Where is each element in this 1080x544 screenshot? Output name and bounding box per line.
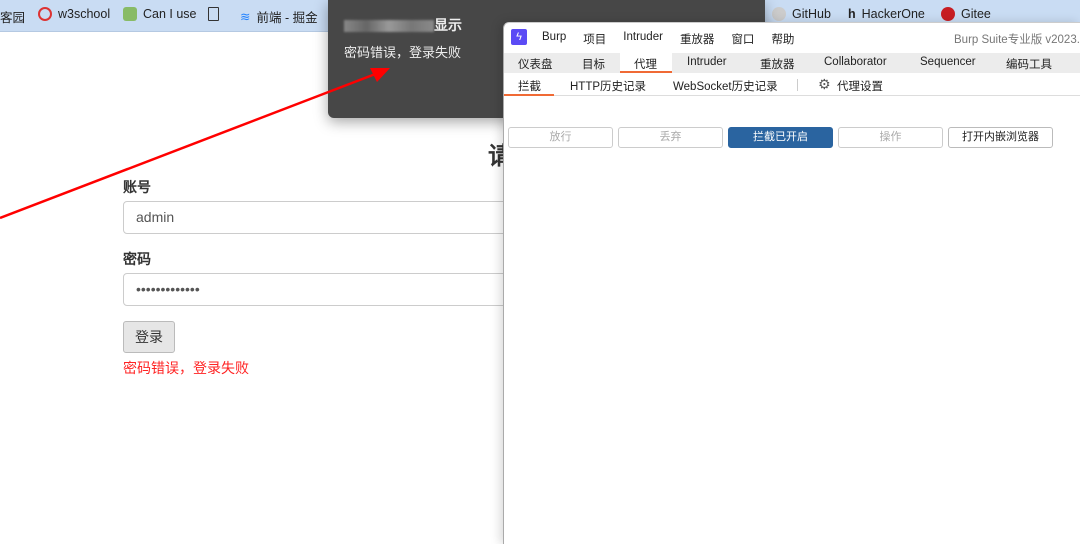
arrow-line xyxy=(0,71,379,220)
annotation-arrow xyxy=(0,68,390,220)
